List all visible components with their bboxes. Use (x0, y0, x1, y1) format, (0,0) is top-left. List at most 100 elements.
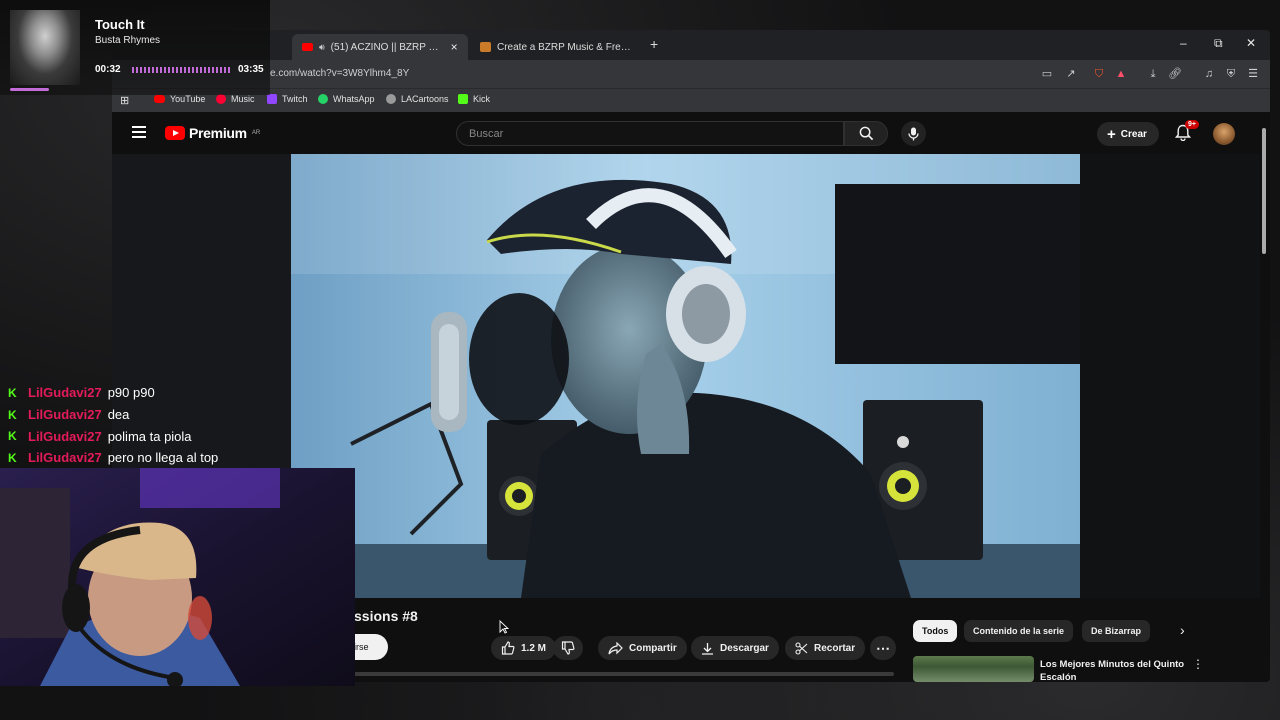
tab-bzrp-create[interactable]: Create a BZRP Music & Freestyle Sessions (470, 34, 642, 60)
chat-message: K LilGudavi27 dea (8, 404, 218, 426)
youtube-header: Premium AR Buscar + Crear 9+ (112, 112, 1270, 154)
bookmark-lacartoons[interactable]: LACartoons (386, 94, 449, 104)
chip-series-content[interactable]: Contenido de la serie (964, 620, 1074, 642)
description-divider (354, 672, 894, 676)
brave-shield-icon[interactable]: ⛉ (1092, 67, 1106, 81)
video-title: ssions #8 (354, 608, 418, 624)
bookmark-youtube[interactable]: YouTube (154, 94, 205, 104)
share-button[interactable]: Compartir (598, 636, 687, 660)
chat-text: pero no llega al top (107, 450, 219, 466)
address-bar: e.com/watch?v=3W8Ylhm4_8Y ▭ ↗ ⛉ ▲ ⤓ 🔗︎ ♫… (112, 60, 1270, 88)
subscribe-button[interactable]: irse (354, 634, 388, 660)
close-tab-icon[interactable]: × (451, 40, 458, 54)
bookmark-twitch[interactable]: Twitch (267, 94, 308, 104)
account-avatar[interactable] (1213, 123, 1235, 145)
track-duration: 03:35 (238, 64, 264, 75)
track-title: Touch It (95, 17, 145, 32)
download-label: Descargar (720, 642, 769, 654)
search-icon (859, 126, 873, 141)
dislike-button[interactable] (553, 636, 583, 660)
bookmark-label: YouTube (170, 94, 206, 104)
bookmark-whatsapp[interactable]: WhatsApp (318, 94, 375, 104)
chat-username: LilGudavi27 (28, 450, 102, 466)
kick-icon: K (8, 385, 17, 400)
clip-button[interactable]: Recortar (785, 636, 866, 660)
more-dots-icon: ⋯ (876, 639, 890, 656)
kick-icon: K (8, 407, 17, 422)
search-input[interactable]: Buscar (456, 121, 844, 146)
share-arrow-icon (608, 641, 623, 654)
youtube-premium-logo[interactable]: Premium AR (165, 125, 260, 141)
album-art (10, 10, 80, 85)
cast-icon[interactable]: ▭ (1040, 67, 1054, 81)
globe-icon (386, 94, 396, 104)
link-icon[interactable]: 🔗︎ (1168, 67, 1182, 81)
thumbs-up-icon (501, 641, 515, 655)
youtube-play-icon (165, 126, 185, 140)
tab-title: (51) ACZINO || BZRP Freestyle Sessions #… (330, 41, 439, 53)
chip-from-bizarrap[interactable]: De Bizarrap (1082, 620, 1151, 642)
recommended-thumbnail[interactable] (913, 656, 1034, 682)
chat-message: K LilGudavi27 p90 p90 (8, 382, 218, 404)
logo-text: Premium (189, 125, 247, 141)
restore-icon[interactable]: ⧉ (1214, 36, 1223, 51)
download-button[interactable]: Descargar (691, 636, 779, 660)
create-button[interactable]: + Crear (1097, 122, 1159, 146)
download-arrow-icon (702, 642, 713, 655)
video-frame (291, 154, 1080, 598)
hamburger-menu-icon[interactable] (132, 126, 146, 138)
minimize-icon[interactable]: – (1180, 36, 1187, 50)
music-note-icon[interactable]: ♫ (1202, 67, 1216, 81)
chat-message: K LilGudavi27 polima ta piola (8, 425, 218, 447)
kick-icon (458, 94, 468, 104)
url-input[interactable]: e.com/watch?v=3W8Ylhm4_8Y (270, 68, 409, 79)
chat-username: LilGudavi27 (28, 385, 102, 401)
bookmark-label: WhatsApp (333, 94, 375, 104)
chevron-right-icon[interactable]: › (1180, 622, 1185, 638)
apps-grid-icon[interactable]: ⊞ (120, 94, 129, 107)
bookmark-kick[interactable]: Kick (458, 94, 490, 104)
chat-text: dea (107, 407, 130, 423)
recommended-title[interactable]: Los Mejores Minutos del Quinto Escalón (1040, 658, 1200, 682)
notification-count-badge: 9+ (1185, 120, 1199, 129)
whatsapp-icon (318, 94, 328, 104)
bookmarks-bar: ⊞ YouTube Music Twitch WhatsApp LACartoo… (112, 88, 1270, 112)
video-player[interactable] (291, 154, 1080, 598)
new-tab-icon[interactable]: + (650, 36, 658, 52)
region-code: AR (251, 130, 261, 136)
more-actions-button[interactable]: ⋯ (870, 636, 896, 660)
browser-menu-icon[interactable]: ☰ (1246, 67, 1260, 81)
search-button[interactable] (844, 121, 888, 146)
thumbs-down-icon (561, 641, 575, 655)
player-right-letterbox (1080, 154, 1260, 598)
bookmark-music[interactable]: Music (216, 94, 255, 104)
scissors-icon (795, 641, 808, 655)
clip-label: Recortar (814, 642, 856, 654)
speaker-icon: 🔊︎ (319, 41, 325, 52)
now-playing-widget: Touch It Busta Rhymes 00:32 03:35 (0, 0, 270, 95)
mouse-cursor-icon (499, 620, 509, 634)
recommended-more-icon[interactable]: ⋮ (1192, 657, 1204, 671)
kick-icon: K (8, 450, 17, 465)
track-artist: Busta Rhymes (95, 35, 161, 46)
voice-search-button[interactable] (901, 121, 926, 146)
brave-rewards-icon[interactable]: ▲ (1114, 67, 1128, 81)
track-progress-fill (10, 88, 49, 91)
chip-all[interactable]: Todos (913, 620, 958, 642)
close-window-icon[interactable]: ✕ (1246, 36, 1256, 50)
youtube-music-icon (216, 94, 226, 104)
share-icon[interactable]: ↗ (1064, 67, 1078, 81)
scrollbar-thumb[interactable] (1262, 128, 1266, 254)
download-icon[interactable]: ⤓ (1146, 67, 1160, 81)
stream-chat: K LilGudavi27 p90 p90 K LilGudavi27 dea … (8, 382, 218, 469)
bookmark-label: Music (231, 94, 255, 104)
like-count: 1.2 M (521, 642, 547, 654)
microphone-icon (908, 127, 919, 140)
webcam-feed (0, 468, 355, 686)
vpn-shield-icon[interactable]: ⛨ (1224, 67, 1238, 81)
page-favicon-icon (480, 42, 491, 52)
bookmark-label: Twitch (282, 94, 308, 104)
tab-youtube-active[interactable]: 🔊︎ (51) ACZINO || BZRP Freestyle Session… (292, 34, 468, 60)
bookmark-label: Kick (473, 94, 491, 104)
like-button[interactable]: 1.2 M (491, 636, 557, 660)
